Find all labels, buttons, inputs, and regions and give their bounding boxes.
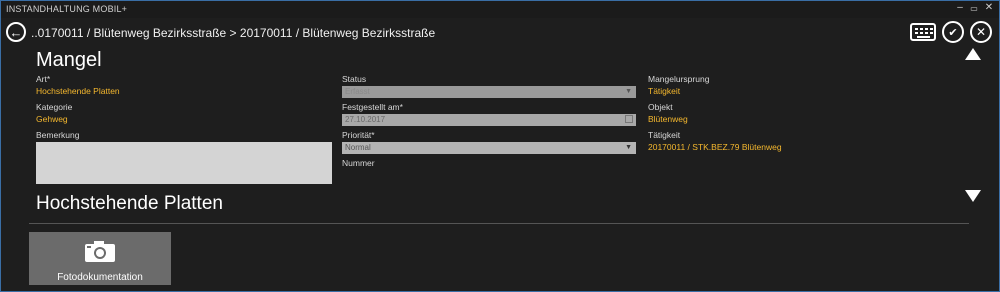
scroll-up-icon[interactable] — [965, 48, 981, 60]
taetigkeit-value[interactable]: 20170011 / STK.BEZ.79 Blütenweg — [648, 142, 782, 152]
divider — [29, 223, 969, 224]
calendar-icon[interactable] — [625, 115, 633, 123]
close-icon: ✕ — [975, 25, 987, 39]
chevron-down-icon: ▼ — [625, 88, 632, 95]
nummer-label: Nummer — [342, 158, 375, 168]
restore-button[interactable]: ▭ — [967, 4, 981, 13]
mangelursprung-value[interactable]: Tätigkeit — [648, 86, 680, 96]
art-label: Art* — [36, 74, 51, 84]
camera-icon — [85, 241, 115, 262]
objekt-label: Objekt — [648, 102, 673, 112]
back-button[interactable]: ← — [6, 22, 26, 42]
confirm-button[interactable]: ✔ — [942, 21, 964, 43]
section-title-mangel: Mangel — [36, 49, 102, 71]
window-close-button[interactable]: ✕ — [982, 2, 996, 13]
minimize-button[interactable]: – — [953, 2, 967, 13]
status-select[interactable]: Erfasst ▼ — [342, 86, 636, 98]
breadcrumb: ..0170011 / Blütenweg Bezirksstraße > 20… — [31, 26, 436, 40]
fotodokumentation-tile[interactable]: Fotodokumentation — [29, 232, 171, 285]
taetigkeit-label: Tätigkeit — [648, 130, 681, 140]
title-bar: INSTANDHALTUNG MOBIL+ – ▭ ✕ — [1, 1, 999, 18]
mangelursprung-label: Mangelursprung — [648, 74, 710, 84]
status-label: Status — [342, 74, 367, 84]
festgestellt-value: 27.10.2017 — [345, 115, 386, 124]
kategorie-label: Kategorie — [36, 102, 73, 112]
fotodokumentation-label: Fotodokumentation — [57, 272, 143, 283]
prioritaet-select[interactable]: Normal ▼ — [342, 142, 636, 154]
objekt-value[interactable]: Blütenweg — [648, 114, 688, 124]
status-value: Erfasst — [345, 87, 370, 96]
app-title: INSTANDHALTUNG MOBIL+ — [6, 4, 128, 14]
app-window: INSTANDHALTUNG MOBIL+ – ▭ ✕ ← ..0170011 … — [0, 0, 1000, 292]
section-title-defect: Hochstehende Platten — [36, 193, 223, 214]
keyboard-button[interactable] — [910, 23, 936, 41]
festgestellt-date-field[interactable]: 27.10.2017 — [342, 114, 636, 126]
kategorie-value[interactable]: Gehweg — [36, 114, 68, 124]
scroll-down-icon[interactable] — [965, 190, 981, 202]
festgestellt-label: Festgestellt am* — [342, 102, 403, 112]
prioritaet-value: Normal — [345, 143, 371, 152]
bemerkung-textarea[interactable] — [36, 142, 332, 184]
prioritaet-label: Priorität* — [342, 130, 375, 140]
arrow-left-icon: ← — [9, 24, 23, 40]
art-value[interactable]: Hochstehende Platten — [36, 86, 120, 96]
bemerkung-label: Bemerkung — [36, 130, 80, 140]
cancel-button[interactable]: ✕ — [970, 21, 992, 43]
check-icon: ✔ — [948, 26, 958, 39]
chevron-down-icon: ▼ — [625, 144, 632, 151]
